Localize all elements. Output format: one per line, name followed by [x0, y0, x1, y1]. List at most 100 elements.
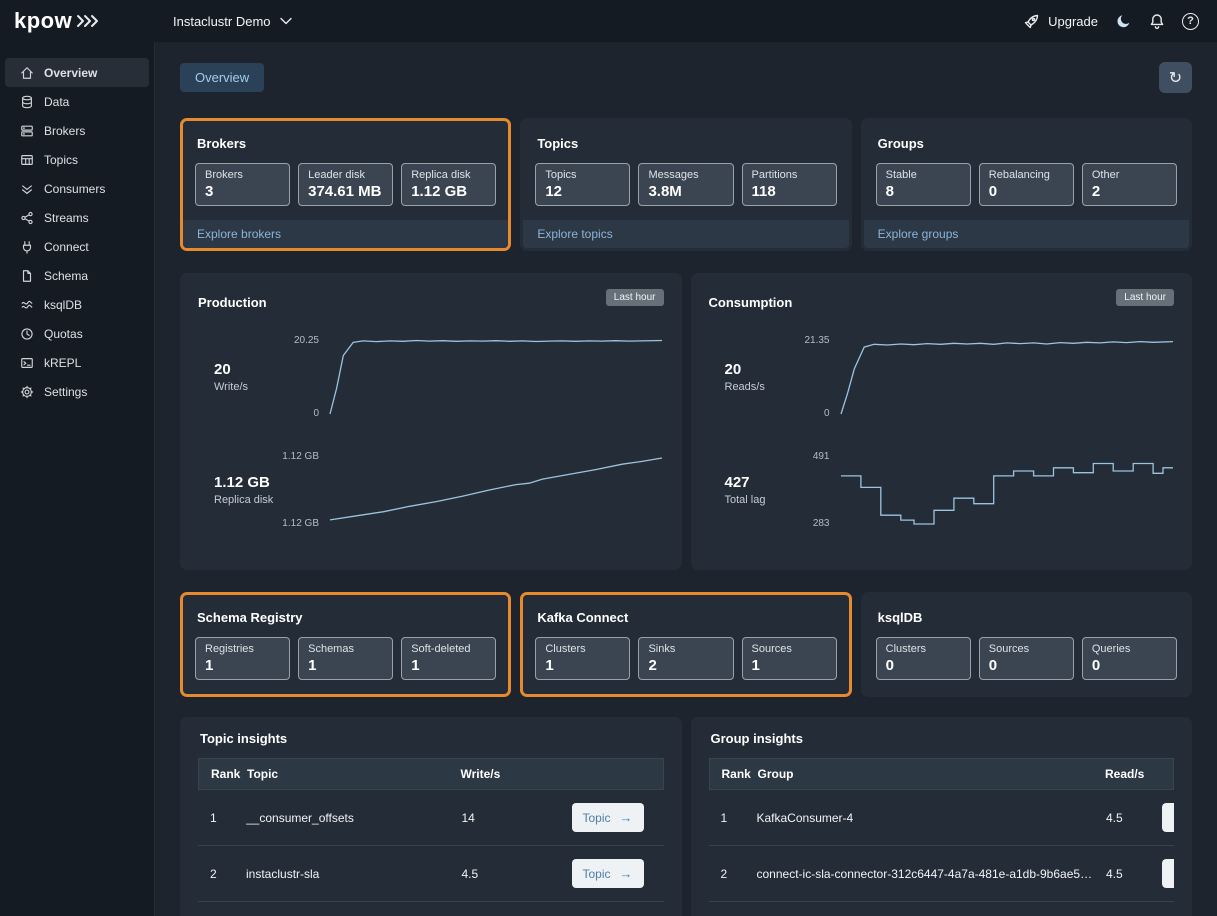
sidebar-item-ksqldb[interactable]: ksqlDB [5, 290, 149, 319]
top-bar: kpow Instaclustr Demo Upgrade ? [0, 0, 1217, 42]
sidebar-item-schema[interactable]: Schema [5, 261, 149, 290]
explore-topics-link[interactable]: Explore topics [523, 220, 849, 248]
sidebar-item-topics[interactable]: Topics [5, 145, 149, 174]
environment-selector[interactable]: Instaclustr Demo [173, 14, 292, 29]
bell-icon [1150, 13, 1164, 29]
notifications-button[interactable] [1149, 13, 1165, 30]
topbar-actions: Upgrade ? [1023, 12, 1217, 30]
group-link-button-clipped[interactable] [1162, 859, 1174, 888]
stat-value: 0 [988, 183, 998, 200]
share-icon [21, 211, 33, 224]
stat-label: Soft-deleted [411, 643, 471, 655]
stat-label: Messages [648, 169, 699, 181]
summary-cards-row: Brokers Brokers 3 Leader disk 374.61 MB … [180, 118, 1192, 251]
stat-tile: Clusters 1 [535, 637, 631, 680]
stat-label: Queries [1091, 643, 1131, 655]
explore-groups-link[interactable]: Explore groups [863, 220, 1189, 248]
reads-cell: 4.5 [1106, 866, 1123, 881]
app-window: kpow Instaclustr Demo Upgrade ? Overview… [0, 0, 1217, 916]
refresh-button[interactable]: ↻ [1159, 62, 1192, 93]
stat-label: Clusters [885, 643, 926, 655]
moon-icon [1117, 14, 1130, 27]
topic-link-button[interactable]: Topic → [571, 859, 644, 888]
chevrons-down-icon [22, 184, 32, 194]
reads-metric: 20 Reads/s 21.35 0 [709, 335, 1175, 419]
replica-disk-line-chart [329, 457, 663, 521]
rocket-icon [1024, 14, 1039, 28]
stat-tile: Queries 0 [1081, 637, 1177, 680]
card-title: ksqlDB [877, 610, 923, 625]
stat-tile: Messages 3.8M [638, 163, 734, 206]
sidebar-item-label: Connect [44, 239, 89, 254]
stat-value: 2 [648, 657, 657, 674]
home-icon [21, 66, 33, 79]
stat-tile: Topics 12 [535, 163, 631, 206]
environment-name: Instaclustr Demo [173, 13, 271, 29]
metric-value: 20 [724, 361, 742, 378]
sidebar-item-consumers[interactable]: Consumers [5, 174, 149, 203]
stat-value: 1 [411, 657, 420, 674]
sidebar-item-connect[interactable]: Connect [5, 232, 149, 261]
sidebar-item-quotas[interactable]: Quotas [5, 319, 149, 348]
stat-value: 118 [751, 183, 776, 200]
topic-insights-card: Topic insights Rank Topic Write/s 1 __co… [180, 717, 682, 916]
explore-brokers-link[interactable]: Explore brokers [183, 220, 509, 248]
total-lag-metric: 427 Total lag 491 283 [709, 451, 1175, 529]
stat-value: 1 [545, 657, 554, 674]
sidebar-item-krepl[interactable]: kREPL [5, 348, 149, 377]
y-axis-max: 1.12 GB [282, 451, 319, 462]
sidebar-item-settings[interactable]: Settings [5, 377, 149, 406]
topics-card: Topics Topics 12 Messages 3.8M Partition… [520, 118, 852, 251]
y-axis-min: 1.12 GB [282, 518, 319, 529]
writes-cell: 4.5 [461, 866, 479, 881]
stat-value: 8 [885, 183, 894, 200]
terminal-icon [21, 357, 33, 368]
chevron-down-icon [279, 17, 292, 25]
column-header-rank: Rank [721, 767, 751, 781]
brand-logo: kpow [0, 8, 155, 34]
topic-link-button[interactable]: Topic → [571, 803, 644, 832]
group-name-cell: connect-ic-sla-connector-312c6447-4a7a-4… [756, 866, 1107, 881]
group-link-button-clipped[interactable] [1162, 803, 1174, 832]
stat-value: 3.8M [648, 183, 682, 200]
refresh-icon: ↻ [1168, 69, 1183, 87]
stat-tile: Stable 8 [875, 163, 971, 206]
overview-chip[interactable]: Overview [180, 63, 265, 92]
charts-row: Production Last hour 20 Write/s 20.25 0 [180, 273, 1192, 570]
table-icon [21, 154, 33, 165]
stat-value: 0 [885, 657, 894, 674]
y-axis-max: 491 [812, 451, 830, 462]
upgrade-button[interactable]: Upgrade [1023, 13, 1098, 30]
sidebar-item-streams[interactable]: Streams [5, 203, 149, 232]
metric-label: Write/s [214, 381, 249, 393]
metric-label: Total lag [724, 494, 766, 506]
stat-tile: Leader disk 374.61 MB [298, 163, 394, 206]
stat-value: 12 [545, 183, 563, 200]
sidebar-item-brokers[interactable]: Brokers [5, 116, 149, 145]
help-button[interactable]: ? [1182, 12, 1199, 30]
page-toolbar: Overview ↻ [180, 62, 1192, 93]
sidebar-item-overview[interactable]: Overview [5, 58, 149, 87]
brokers-card: Brokers Brokers 3 Leader disk 374.61 MB … [180, 118, 512, 251]
reads-cell: 4.5 [1106, 810, 1123, 825]
card-title: Topics [537, 136, 579, 151]
rank-cell: 2 [720, 866, 728, 881]
resource-cards-row: Schema Registry Registries 1 Schemas 1 S… [180, 592, 1192, 697]
metric-label: Reads/s [724, 381, 765, 393]
stat-label: Replica disk [411, 169, 471, 181]
table-row: 1 KafkaConsumer-4 4.5 [708, 790, 1174, 846]
y-axis-min: 0 [313, 408, 319, 419]
replica-disk-metric: 1.12 GB Replica disk 1.12 GB 1.12 GB [198, 451, 664, 529]
rank-cell: 1 [720, 810, 728, 825]
dark-mode-toggle[interactable] [1115, 13, 1132, 30]
sidebar-item-data[interactable]: Data [5, 87, 149, 116]
stat-tile: Rebalancing 0 [978, 163, 1074, 206]
stat-label: Topics [545, 169, 577, 181]
wave-icon [21, 300, 33, 308]
column-header-group: Group [757, 767, 794, 781]
card-title: Group insights [710, 731, 803, 746]
column-header-reads: Read/s [1105, 767, 1145, 781]
reads-line-chart [839, 340, 1173, 415]
consumption-card: Consumption Last hour 20 Reads/s 21.35 0 [690, 273, 1192, 570]
stat-label: Registries [205, 643, 254, 655]
